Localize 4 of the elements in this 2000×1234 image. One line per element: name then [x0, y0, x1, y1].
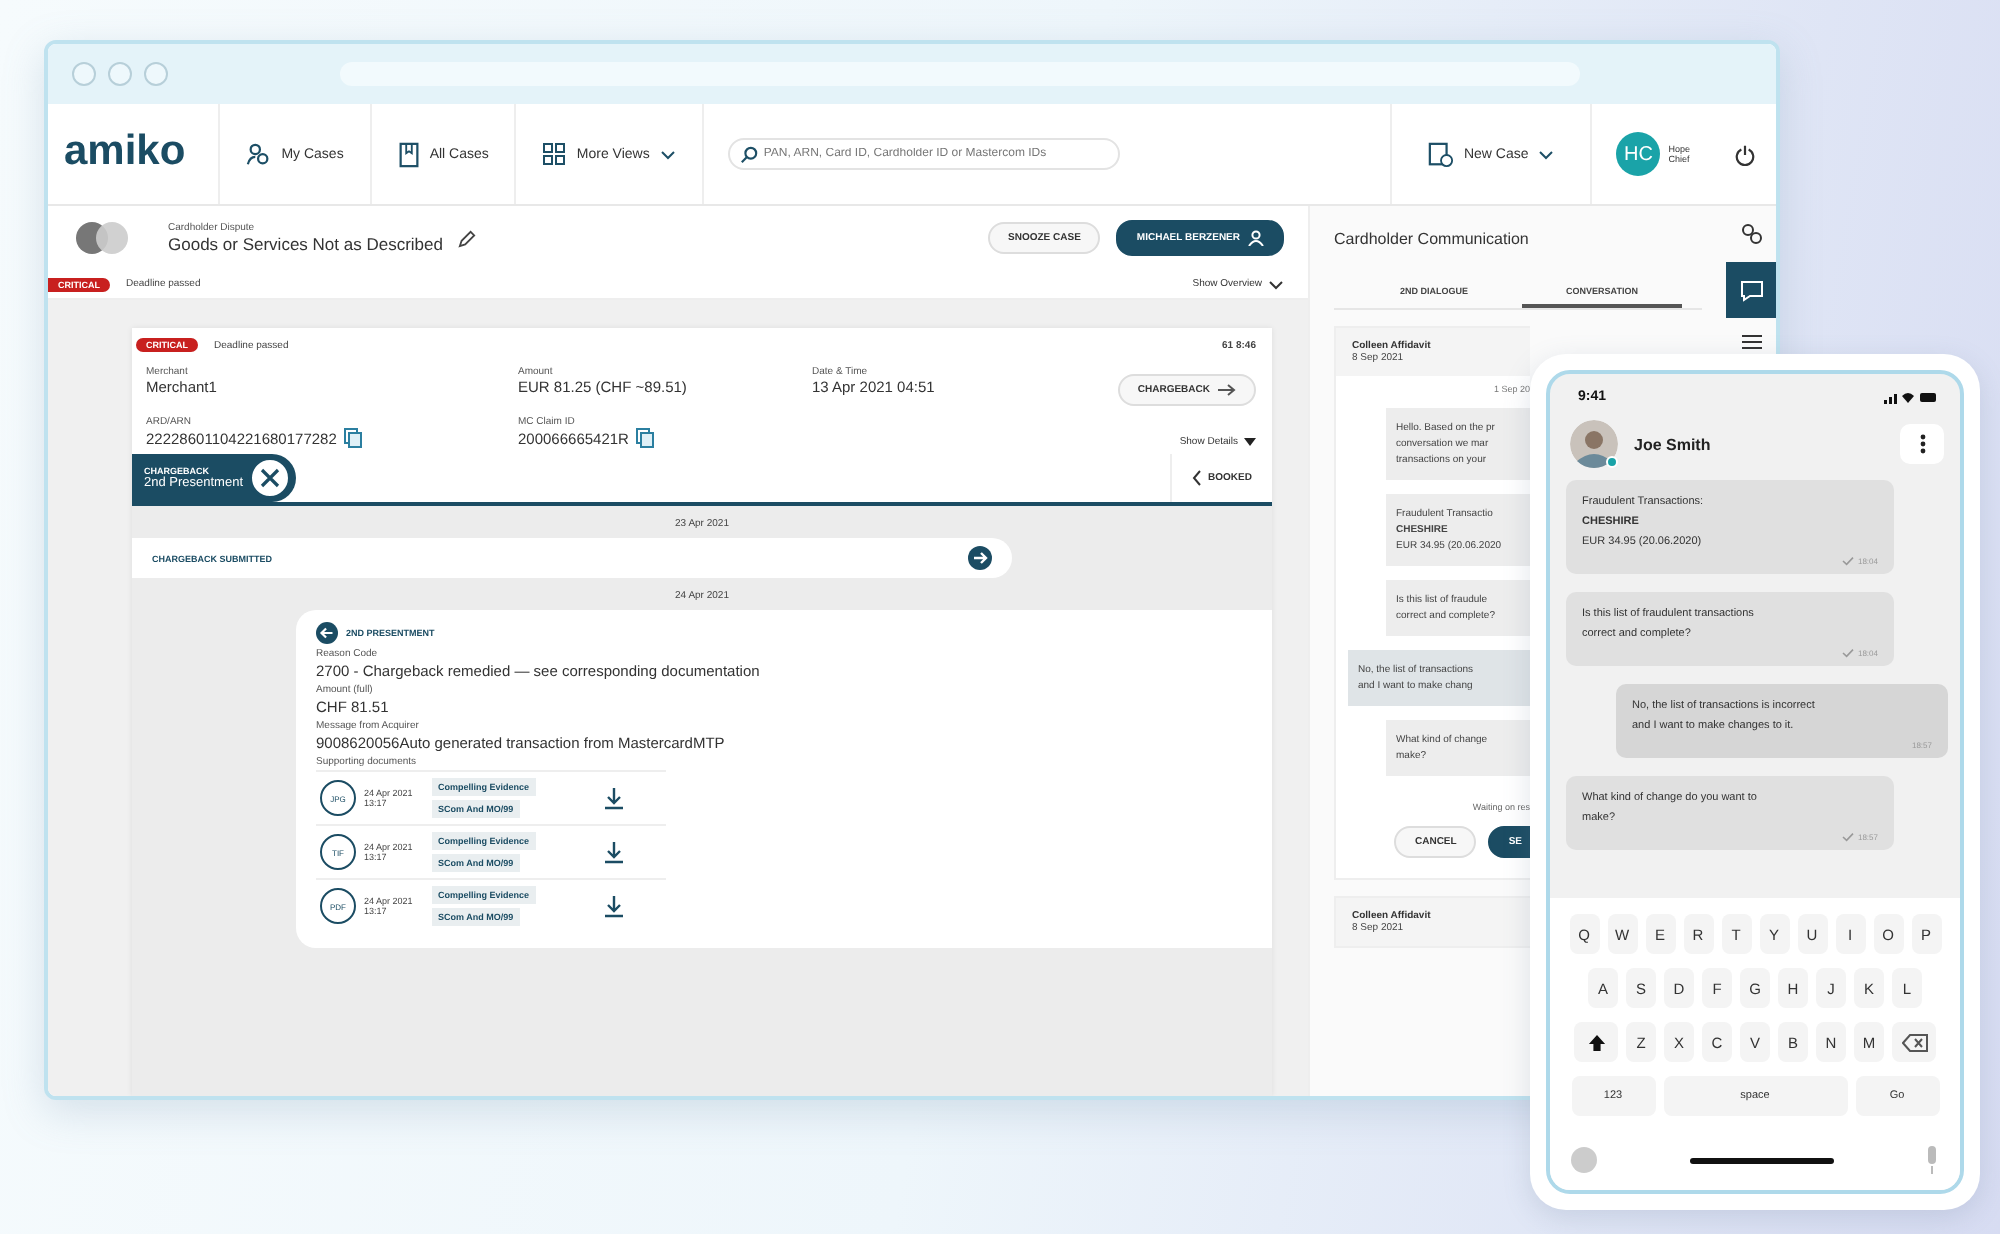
- logo[interactable]: amiko: [48, 104, 220, 204]
- case-title: Goods or Services Not as Described: [168, 234, 443, 254]
- contact-name: Joe Smith: [1634, 435, 1711, 453]
- panel-title: Cardholder Communication: [1334, 230, 1531, 248]
